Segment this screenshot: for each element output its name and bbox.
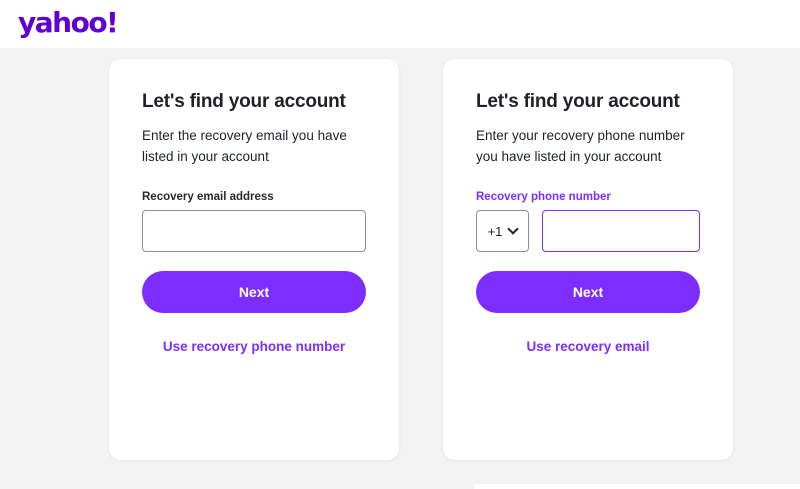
bottom-strip [474,484,800,489]
recovery-email-input[interactable] [142,210,366,252]
email-recovery-card: Let's find your account Enter the recove… [109,59,399,460]
country-code-value: +1 [487,223,503,239]
card-description: Enter your recovery phone number you hav… [476,128,685,164]
use-recovery-email-link[interactable]: Use recovery email [476,339,700,354]
use-recovery-phone-link[interactable]: Use recovery phone number [142,339,366,354]
recovery-email-label: Recovery email address [142,191,274,203]
phone-recovery-card: Let's find your account Enter your recov… [443,59,733,460]
recovery-phone-label: Recovery phone number [476,191,611,203]
card-title: Let's find your account [476,91,680,112]
next-button[interactable]: Next [142,271,366,313]
recovery-phone-input[interactable] [542,210,700,252]
next-button[interactable]: Next [476,271,700,313]
chevron-down-icon [507,223,520,235]
top-bar: yahoo! [0,0,800,48]
yahoo-logo[interactable]: yahoo! [18,6,119,40]
country-code-select[interactable]: +1 [476,210,529,252]
card-title: Let's find your account [142,91,346,112]
card-description: Enter the recovery email you have listed… [142,128,347,164]
